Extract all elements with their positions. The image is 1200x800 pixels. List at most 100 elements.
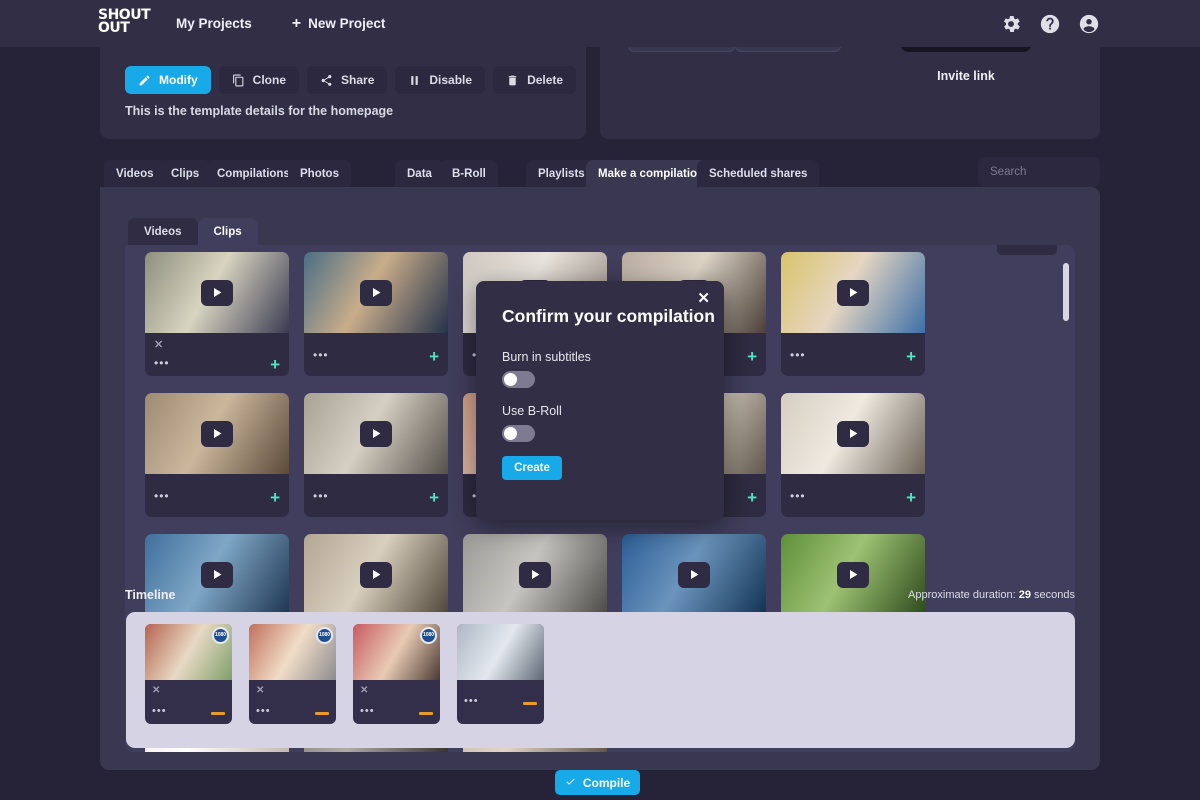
close-icon[interactable]: ✕ — [697, 291, 710, 306]
account-icon[interactable] — [1078, 13, 1100, 35]
play-icon[interactable] — [360, 561, 392, 588]
remove-icon[interactable] — [315, 712, 329, 715]
timeline-clip[interactable]: 1080 ✕ ••• — [353, 624, 440, 724]
play-icon[interactable] — [837, 561, 869, 588]
play-icon[interactable] — [678, 561, 710, 588]
more-options-icon[interactable]: ••• — [360, 706, 375, 717]
nav-icon-group — [1000, 13, 1100, 35]
timeline-clip[interactable]: ••• — [457, 624, 544, 724]
media-thumbnail[interactable] — [781, 252, 925, 333]
close-icon[interactable]: ✕ — [360, 685, 368, 696]
tab-videos[interactable]: Videos — [104, 160, 166, 187]
copy-icon — [232, 74, 245, 87]
media-card-body: ••• + — [145, 474, 289, 517]
more-options-icon[interactable]: ••• — [256, 706, 271, 717]
duration-value: 29 — [1018, 589, 1031, 601]
play-icon[interactable] — [360, 279, 392, 306]
tab-b-roll[interactable]: B-Roll — [440, 160, 498, 187]
more-options-icon[interactable]: ••• — [790, 490, 806, 502]
add-to-timeline-icon[interactable]: + — [906, 489, 916, 506]
nav-new-project[interactable]: + New Project — [292, 15, 386, 32]
add-to-timeline-icon[interactable]: + — [270, 489, 280, 506]
media-card[interactable]: ••• + — [145, 393, 289, 517]
media-thumbnail[interactable] — [304, 393, 448, 474]
media-card[interactable]: ••• + — [304, 252, 448, 376]
add-to-timeline-icon[interactable]: + — [906, 348, 916, 365]
thumbnail-image — [457, 624, 544, 680]
add-to-timeline-icon[interactable]: + — [747, 489, 757, 506]
close-icon[interactable]: ✕ — [256, 685, 264, 696]
media-thumbnail[interactable] — [145, 252, 289, 333]
share-button[interactable]: Share — [307, 66, 388, 94]
close-icon[interactable]: ✕ — [154, 338, 163, 351]
timeline-clip-body: ✕ ••• — [249, 680, 336, 724]
more-options-icon[interactable]: ••• — [154, 490, 170, 502]
media-thumbnail[interactable] — [145, 393, 289, 474]
subtab-videos[interactable]: Videos — [128, 218, 198, 245]
add-to-timeline-icon[interactable]: + — [747, 348, 757, 365]
play-icon[interactable] — [837, 420, 869, 447]
more-options-icon[interactable]: ••• — [464, 696, 479, 707]
delete-button[interactable]: Delete — [493, 66, 577, 94]
use-broll-toggle[interactable] — [502, 425, 535, 442]
tab-scheduled-shares[interactable]: Scheduled shares — [697, 160, 820, 187]
shoutout-logo[interactable]: SHOUT OUT — [98, 8, 154, 39]
play-icon[interactable] — [837, 279, 869, 306]
media-card-body: ✕ ••• + — [145, 333, 289, 376]
gear-icon[interactable] — [1000, 13, 1022, 35]
timeline-thumbnail[interactable]: 1080 — [145, 624, 232, 680]
tab-photos[interactable]: Photos — [288, 160, 351, 187]
more-options-icon[interactable]: ••• — [154, 357, 170, 369]
nav-my-projects[interactable]: My Projects — [176, 16, 252, 31]
template-details-row: Invite link — [0, 4, 1200, 154]
subtab-clips[interactable]: Clips — [197, 218, 258, 245]
search-input[interactable] — [990, 166, 1088, 178]
modify-button[interactable]: Modify — [125, 66, 211, 94]
invite-card: Invite link — [600, 14, 1100, 139]
disable-button[interactable]: Disable — [395, 66, 486, 94]
timeline-clip[interactable]: 1080 ✕ ••• — [145, 624, 232, 724]
burn-subtitles-toggle[interactable] — [502, 371, 535, 388]
media-card[interactable]: ••• + — [781, 252, 925, 376]
play-icon[interactable] — [360, 420, 392, 447]
media-card[interactable]: ✕ ••• + — [145, 252, 289, 376]
create-button[interactable]: Create — [502, 456, 562, 480]
invite-link-label: Invite link — [937, 69, 995, 83]
close-icon[interactable]: ✕ — [152, 685, 160, 696]
media-card-body: ••• + — [781, 333, 925, 376]
search-box[interactable] — [978, 157, 1100, 187]
add-to-timeline-icon[interactable]: + — [270, 356, 280, 373]
more-options-icon[interactable]: ••• — [313, 349, 329, 361]
more-options-icon[interactable]: ••• — [790, 349, 806, 361]
more-options-icon[interactable]: ••• — [313, 490, 329, 502]
media-card[interactable]: ••• + — [781, 393, 925, 517]
remove-icon[interactable] — [523, 702, 537, 705]
remove-icon[interactable] — [211, 712, 225, 715]
timeline-track[interactable]: 1080 ✕ ••• 1080 ✕ ••• 1080 ✕ ••• ••• — [126, 612, 1075, 748]
compile-button[interactable]: Compile — [555, 770, 640, 795]
add-to-timeline-icon[interactable]: + — [429, 348, 439, 365]
timeline-clip-body: ✕ ••• — [145, 680, 232, 724]
media-card[interactable]: ••• + — [304, 393, 448, 517]
play-icon[interactable] — [201, 420, 233, 447]
tab-clips[interactable]: Clips — [159, 160, 212, 187]
logo-line-2: OUT — [98, 19, 130, 36]
help-icon[interactable] — [1039, 13, 1061, 35]
more-options-icon[interactable]: ••• — [152, 706, 167, 717]
grid-scrollbar-thumb[interactable] — [1063, 263, 1069, 321]
media-thumbnail[interactable] — [304, 252, 448, 333]
remove-icon[interactable] — [419, 712, 433, 715]
tab-data[interactable]: Data — [395, 160, 444, 187]
timeline-clip[interactable]: 1080 ✕ ••• — [249, 624, 336, 724]
timeline-thumbnail[interactable]: 1080 — [353, 624, 440, 680]
play-icon[interactable] — [201, 561, 233, 588]
media-thumbnail[interactable] — [781, 393, 925, 474]
app-root: SHOUT OUT My Projects + New Project Invi… — [0, 0, 1200, 800]
add-to-timeline-icon[interactable]: + — [429, 489, 439, 506]
clone-button[interactable]: Clone — [218, 66, 300, 94]
play-icon[interactable] — [519, 561, 551, 588]
top-navigation-bar: SHOUT OUT My Projects + New Project — [0, 0, 1200, 47]
timeline-thumbnail[interactable] — [457, 624, 544, 680]
timeline-thumbnail[interactable]: 1080 — [249, 624, 336, 680]
play-icon[interactable] — [201, 279, 233, 306]
